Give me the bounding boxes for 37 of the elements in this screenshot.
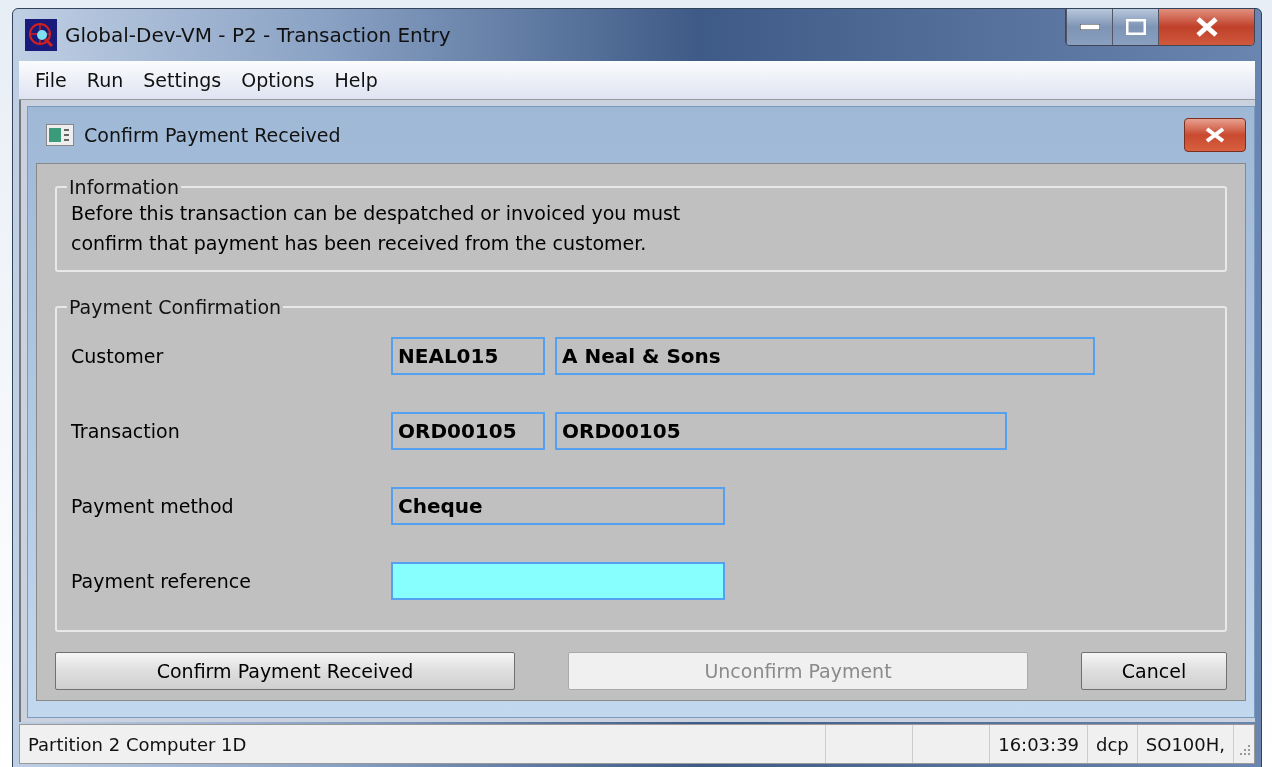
field-label: Customer xyxy=(71,344,165,367)
info-text: Before this transaction can be despatched or invoiced you must xyxy=(71,201,682,226)
input-field[interactable]: A Neal & Sons xyxy=(555,336,1095,375)
group-legend: Payment Confirmation xyxy=(67,296,284,318)
dialog-button[interactable]: Cancel xyxy=(1081,652,1227,690)
input-field[interactable]: NEAL015 xyxy=(391,336,545,375)
close-icon xyxy=(1194,17,1219,37)
info-text: confirm that payment has been received from the customer. xyxy=(71,231,648,256)
menu-item[interactable]: Settings xyxy=(137,69,228,91)
menu-item[interactable]: Help xyxy=(328,69,384,91)
field-label: Payment reference xyxy=(71,569,252,592)
menu-item[interactable]: Run xyxy=(80,69,130,91)
maximize-icon xyxy=(1125,19,1146,35)
maximize-button[interactable] xyxy=(1112,9,1158,45)
close-button[interactable] xyxy=(1158,9,1254,45)
minimize-icon xyxy=(1079,24,1100,30)
close-button[interactable] xyxy=(1184,118,1246,152)
input-field[interactable] xyxy=(391,561,725,600)
status-text: dcp xyxy=(1088,725,1138,763)
status-text: Partition 2 Computer 1D xyxy=(20,725,827,763)
window-title: Global-Dev-VM - P2 - Transaction Entry xyxy=(65,23,451,47)
input-field[interactable]: Cheque xyxy=(391,486,725,525)
field-label: Transaction xyxy=(71,419,181,442)
close-icon xyxy=(1204,127,1226,143)
dialog-title: Confirm Payment Received xyxy=(84,124,341,146)
dialog-button[interactable]: Confirm Payment Received xyxy=(55,652,515,690)
status-text: SO100H, xyxy=(1137,725,1234,763)
app-globe-icon xyxy=(25,19,57,51)
menu-item[interactable]: Options xyxy=(235,69,321,91)
input-field[interactable]: ORD00105 xyxy=(555,411,1007,450)
status-text: 16:03:39 xyxy=(990,725,1089,763)
input-field[interactable]: ORD00105 xyxy=(391,411,545,450)
form-icon xyxy=(46,124,74,146)
menu-item[interactable]: File xyxy=(29,69,73,91)
field-label: Payment method xyxy=(71,494,235,517)
group-legend: Information xyxy=(67,176,181,198)
minimize-button[interactable] xyxy=(1066,9,1112,45)
